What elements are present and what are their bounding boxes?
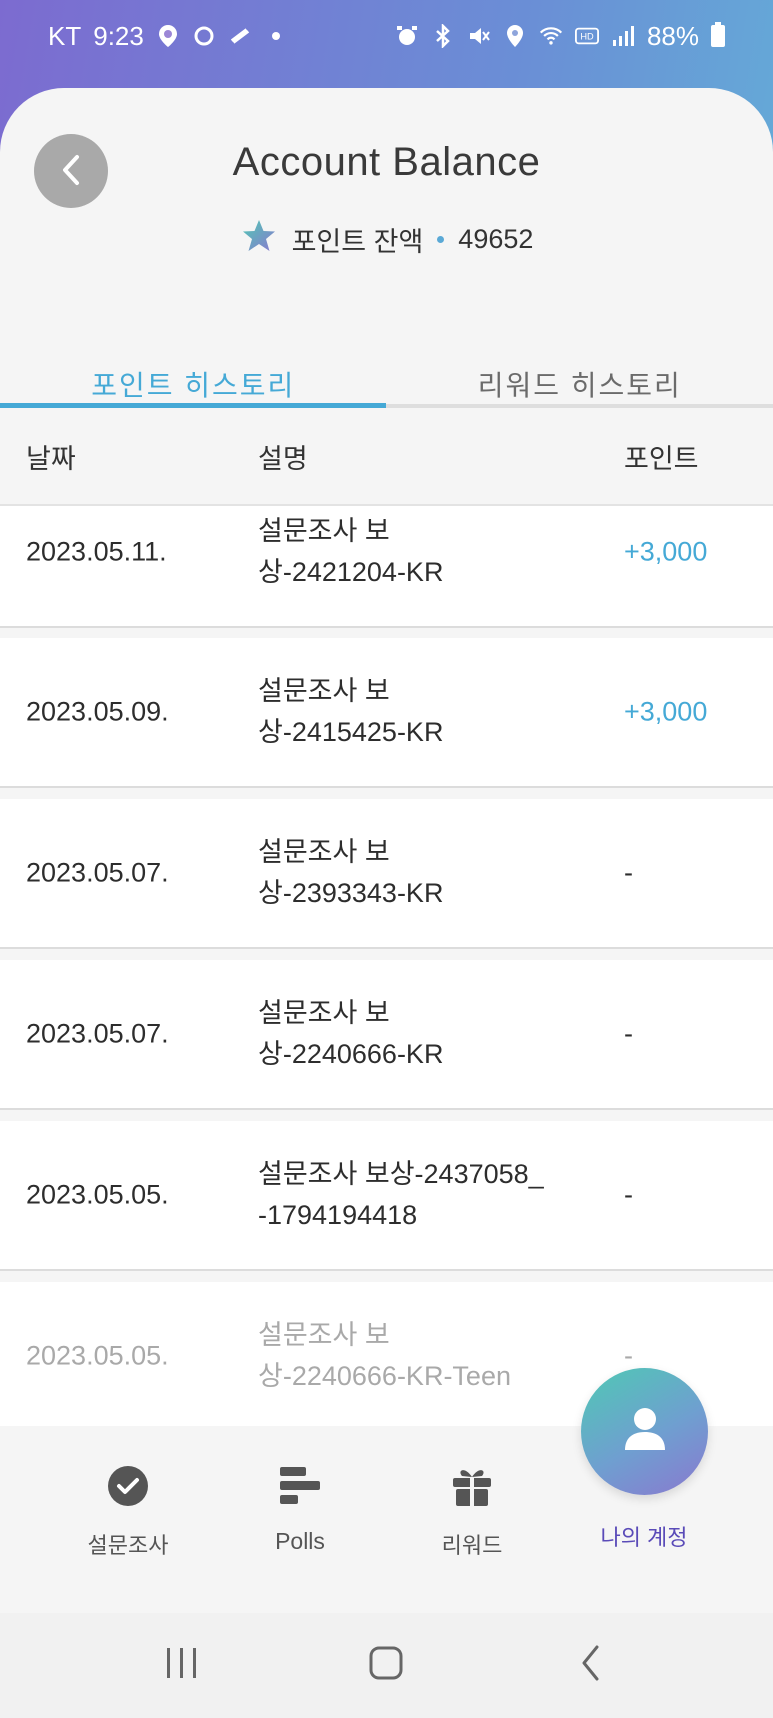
row-points: +3,000 [624,696,708,727]
balance-value: 49652 [458,224,534,254]
location-pin-icon [156,24,180,48]
row-description-line2: 상-2240666-KR-Teen [258,1361,511,1391]
nav-label-polls: Polls [275,1528,325,1554]
chat-bubble-icon [192,24,216,48]
row-description-line2: 상-2240666-KR [258,1039,444,1069]
table-row: 2023.05.09. 설문조사 보 상-2415425-KR +3,000 [0,638,773,788]
row-description-line1: 설문조사 보 [258,516,390,546]
hd-voice-icon: HD [574,24,599,48]
status-right: HD 88% [395,21,725,52]
nav-label-rewards: 리워드 [441,1533,503,1558]
nav-label-my-account: 나의 계정 [600,1525,688,1550]
table-row: 2023.05.07. 설문조사 보 상-2393343-KR - [0,799,773,949]
table-row: 2023.05.05. 설문조사 보상-2437058_ -1794194418… [0,1121,773,1271]
column-header-points: 포인트 [624,443,699,474]
signal-icon [611,24,635,48]
home-icon [368,1645,404,1686]
row-description: 설문조사 보 상-2421204-KR [258,511,578,593]
row-description-line1: 설문조사 보 [258,837,390,867]
battery-icon [711,22,725,47]
battery-percent: 88% [646,20,699,51]
row-date: 2023.05.05. [26,1179,169,1210]
mute-icon [467,24,491,48]
nav-item-rewards[interactable]: 리워드 [402,1462,542,1560]
nav-item-polls[interactable]: Polls [230,1462,370,1555]
balance-label: 포인트 잔액 [291,227,424,257]
row-date: 2023.05.11. [26,536,167,567]
status-left: KT 9:23 [48,21,288,52]
clock-text: 9:23 [93,20,144,51]
status-bar: KT 9:23 HD 88% [0,0,773,72]
row-points: - [624,1340,633,1371]
table-row: 2023.05.07. 설문조사 보 상-2240666-KR - [0,960,773,1110]
row-date: 2023.05.07. [26,1018,169,1049]
row-description: 설문조사 보 상-2240666-KR [258,993,578,1075]
row-date: 2023.05.05. [26,1340,169,1371]
bar-list-icon [230,1462,370,1510]
location-icon [503,24,527,48]
system-back-button[interactable] [551,1636,631,1696]
nav-label-surveys: 설문조사 [87,1533,169,1558]
row-date: 2023.05.07. [26,857,169,888]
my-account-fab[interactable] [581,1368,708,1495]
row-points: - [624,1179,633,1210]
star-icon [240,218,278,261]
row-description-line1: 설문조사 보 [258,676,390,706]
carrier-text: KT [48,20,82,51]
row-description-line1: 설문조사 보상-2437058_ [258,1159,544,1189]
row-description-line1: 설문조사 보 [258,1320,390,1350]
row-description-line1: 설문조사 보 [258,998,390,1028]
row-description: 설문조사 보 상-2393343-KR [258,832,578,914]
bluetooth-icon [431,24,455,48]
svg-text:HD: HD [580,32,594,42]
gift-icon [402,1462,542,1510]
table-header: 날짜 설명 포인트 [0,408,773,506]
back-chevron-icon [579,1644,603,1687]
history-list[interactable]: 2023.05.11. 설문조사 보 상-2421204-KR +3,000 2… [0,506,773,1514]
alarm-icon [395,24,419,48]
check-circle-icon [58,1462,198,1510]
recent-apps-button[interactable] [142,1636,222,1696]
row-description-line2: -1794194418 [258,1200,418,1230]
row-points: - [624,857,633,888]
column-header-date: 날짜 [26,443,76,474]
row-description: 설문조사 보상-2437058_ -1794194418 [258,1154,598,1236]
row-description: 설문조사 보 상-2415425-KR [258,671,578,753]
nav-item-my-account[interactable]: 나의 계정 [574,1520,714,1552]
column-header-description: 설명 [258,443,308,474]
row-points: +3,000 [624,536,708,567]
separator-dot [437,236,445,243]
row-points: - [624,1018,633,1049]
recent-apps-icon [164,1646,200,1685]
page-title: Account Balance [232,140,541,184]
row-description-line2: 상-2415425-KR [258,717,444,747]
row-description-line2: 상-2421204-KR [258,557,444,587]
user-icon [623,1406,667,1457]
app-s-icon [228,24,252,48]
points-balance: 포인트 잔액 49652 [0,218,773,261]
row-description: 설문조사 보 상-2240666-KR-Teen [258,1315,578,1397]
wifi-icon [539,24,563,48]
notification-dot-icon [264,24,288,48]
system-navigation-bar [0,1613,773,1718]
nav-item-surveys[interactable]: 설문조사 [58,1462,198,1560]
table-row: 2023.05.11. 설문조사 보 상-2421204-KR +3,000 [0,506,773,628]
row-description-line2: 상-2393343-KR [258,878,444,908]
row-date: 2023.05.09. [26,696,169,727]
home-button[interactable] [346,1636,426,1696]
